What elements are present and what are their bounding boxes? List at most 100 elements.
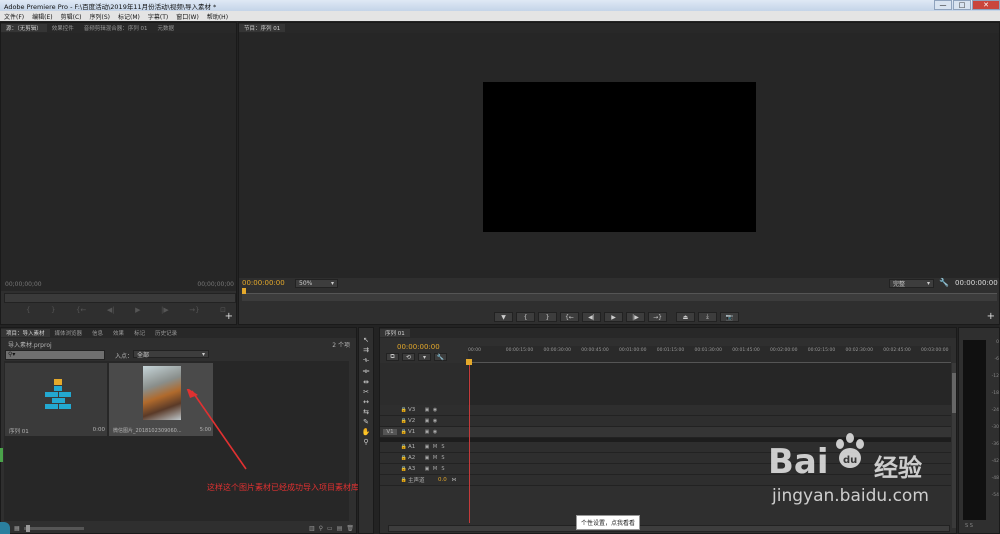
playhead-icon[interactable]	[466, 359, 472, 365]
bin-item-sequence[interactable]: 序列 01 0:00	[5, 363, 107, 436]
step-forward-icon[interactable]: |▶	[161, 306, 169, 316]
linked-selection-icon[interactable]: ⟲	[402, 353, 415, 361]
menu-clip[interactable]: 剪辑(C)	[57, 12, 86, 21]
program-scrubber[interactable]	[242, 288, 997, 301]
menu-marker[interactable]: 标记(M)	[114, 12, 144, 21]
lock-icon[interactable]: 🔒	[400, 444, 408, 451]
wrench-icon[interactable]: 🔧	[939, 278, 949, 287]
minimize-button[interactable]: —	[934, 0, 952, 10]
lock-icon[interactable]: 🔒	[400, 455, 408, 462]
solo-button[interactable]: S	[439, 466, 447, 473]
mark-out-button[interactable]: }	[538, 312, 557, 322]
sync-lock-icon[interactable]: ▣	[423, 466, 431, 473]
go-in-icon[interactable]: {←	[76, 306, 86, 316]
tab-sequence[interactable]: 序列 01	[380, 329, 410, 337]
add-button-icon[interactable]: +	[225, 311, 233, 322]
razor-tool-icon[interactable]: ✂	[363, 388, 369, 396]
trash-icon[interactable]: 🗑	[346, 525, 354, 532]
mark-in-icon[interactable]: {	[26, 306, 30, 316]
track-v3[interactable]: 🔒 V3 ▣ ◉	[380, 405, 951, 416]
menu-title[interactable]: 字幕(T)	[144, 12, 172, 21]
add-marker-button[interactable]: ▼	[494, 312, 513, 322]
new-bin-icon[interactable]: ▭	[327, 525, 333, 532]
eye-icon[interactable]: ◉	[431, 418, 439, 425]
step-back-button[interactable]: ◀|	[582, 312, 601, 322]
sync-lock-icon[interactable]: ▣	[423, 455, 431, 462]
step-forward-button[interactable]: |▶	[626, 312, 645, 322]
lock-icon[interactable]: 🔒	[400, 407, 408, 414]
selection-tool-icon[interactable]: ↖	[363, 336, 369, 344]
search-input[interactable]: ⚲▾	[5, 350, 105, 360]
tab-audio-mixer[interactable]: 音频剪辑混合器：序列 01	[79, 24, 153, 32]
timeline-timecode[interactable]: 00:00:00:00	[397, 343, 440, 351]
in-filter-select[interactable]: 全部 ▾	[133, 350, 209, 359]
close-button[interactable]: ✕	[972, 0, 1000, 10]
automate-icon[interactable]: ▥	[309, 525, 315, 532]
maximize-button[interactable]: □	[953, 0, 971, 10]
tab-metadata[interactable]: 元数据	[153, 24, 180, 32]
menu-sequence[interactable]: 序列(S)	[86, 12, 115, 21]
solo-button[interactable]: S	[439, 455, 447, 462]
sync-lock-icon[interactable]: ▣	[423, 429, 431, 436]
export-frame-button[interactable]: 📷	[720, 312, 739, 322]
lock-icon[interactable]: 🔒	[400, 466, 408, 473]
go-out-icon[interactable]: →}	[189, 306, 199, 316]
tab-project[interactable]: 项目：导入素材	[1, 329, 50, 337]
zoom-tool-icon[interactable]: ⚲	[363, 438, 368, 446]
master-nav-icon[interactable]: ⋈	[450, 477, 458, 484]
go-to-out-button[interactable]: →}	[648, 312, 667, 322]
horizontal-scrollbar[interactable]	[388, 525, 950, 532]
pen-tool-icon[interactable]: ✎	[363, 418, 369, 426]
zoom-slider[interactable]	[23, 525, 84, 532]
zoom-select[interactable]: 50% ▾	[295, 279, 338, 288]
mute-button[interactable]: M	[431, 444, 439, 451]
solo-button[interactable]: S	[965, 523, 968, 529]
source-patch-v1[interactable]: V1	[383, 429, 397, 435]
rolling-edit-tool-icon[interactable]: ⟚	[363, 367, 370, 376]
snap-icon[interactable]: ⧉	[386, 353, 399, 361]
taskbar-icon[interactable]	[0, 522, 10, 534]
solo-button[interactable]: S	[970, 523, 973, 529]
hand-tool-icon[interactable]: ✋	[362, 428, 371, 436]
tab-markers[interactable]: 标记	[129, 329, 150, 337]
source-scrubber[interactable]	[4, 293, 236, 303]
go-to-in-button[interactable]: {←	[560, 312, 579, 322]
tab-media-browser[interactable]: 媒体浏览器	[50, 329, 88, 337]
playhead-icon[interactable]	[242, 288, 246, 294]
program-timecode[interactable]: 00:00:00:00	[242, 279, 285, 287]
new-item-icon[interactable]: ▤	[337, 525, 343, 532]
rate-stretch-tool-icon[interactable]: ⇹	[363, 378, 369, 386]
menu-file[interactable]: 文件(F)	[0, 12, 28, 21]
extract-button[interactable]: ⤓	[698, 312, 717, 322]
tab-effects[interactable]: 效果	[108, 329, 129, 337]
menu-help[interactable]: 帮助(H)	[203, 12, 232, 21]
slide-tool-icon[interactable]: ⇆	[363, 408, 369, 416]
menu-edit[interactable]: 编辑(E)	[28, 12, 56, 21]
tab-program[interactable]: 节目：序列 01	[239, 24, 286, 32]
sync-lock-icon[interactable]: ▣	[423, 407, 431, 414]
slip-tool-icon[interactable]: ↔	[363, 398, 369, 406]
tab-info[interactable]: 信息	[87, 329, 108, 337]
eye-icon[interactable]: ◉	[431, 407, 439, 414]
mark-in-button[interactable]: {	[516, 312, 535, 322]
add-marker-icon[interactable]: ▾	[418, 353, 431, 361]
sync-lock-icon[interactable]: ▣	[423, 418, 431, 425]
track-select-tool-icon[interactable]: ⇉	[363, 346, 369, 354]
mark-out-icon[interactable]: }	[51, 306, 55, 316]
play-button[interactable]: ▶	[604, 312, 623, 322]
lock-icon[interactable]: 🔒	[400, 477, 408, 484]
tab-history[interactable]: 历史记录	[150, 329, 182, 337]
mute-button[interactable]: M	[431, 466, 439, 473]
ripple-edit-tool-icon[interactable]: ⟛	[363, 356, 369, 365]
find-icon[interactable]: ⚲	[319, 525, 323, 532]
playhead-line[interactable]	[469, 363, 470, 523]
quality-select[interactable]: 完整 ▾	[889, 279, 934, 288]
icon-view-icon[interactable]: ▦	[14, 525, 20, 532]
timeline-settings-icon[interactable]: 🔧	[434, 353, 447, 361]
eye-icon[interactable]: ◉	[431, 429, 439, 436]
tab-effect-controls[interactable]: 效果控件	[47, 24, 79, 32]
tab-source[interactable]: 源：（无剪辑）	[1, 24, 47, 32]
add-button-icon[interactable]: +	[987, 311, 995, 322]
mute-button[interactable]: M	[431, 455, 439, 462]
step-back-icon[interactable]: ◀|	[107, 306, 115, 316]
